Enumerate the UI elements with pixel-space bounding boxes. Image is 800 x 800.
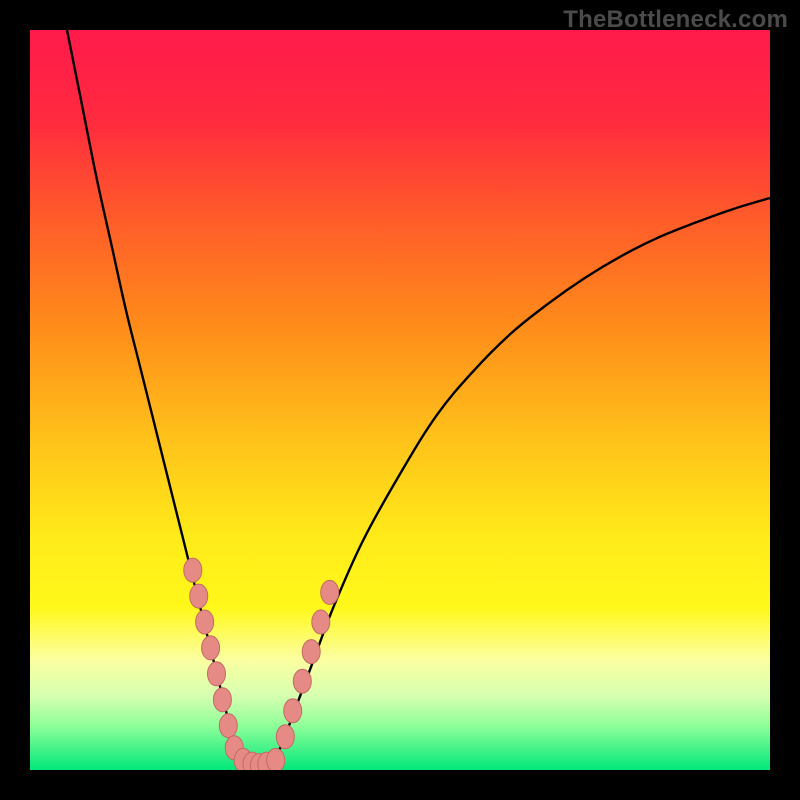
data-marker: [213, 688, 231, 712]
data-marker: [293, 669, 311, 693]
data-marker: [284, 699, 302, 723]
chart-frame: TheBottleneck.com: [0, 0, 800, 800]
data-marker: [196, 610, 214, 634]
watermark-text: TheBottleneck.com: [563, 6, 788, 34]
data-marker: [302, 640, 320, 664]
plot-area: [30, 30, 770, 770]
gradient-background: [30, 30, 770, 770]
data-marker: [190, 584, 208, 608]
plot-svg: [30, 30, 770, 770]
data-marker: [267, 748, 285, 770]
data-marker: [321, 580, 339, 604]
data-marker: [202, 636, 220, 660]
data-marker: [219, 714, 237, 738]
data-marker: [276, 725, 294, 749]
data-marker: [184, 558, 202, 582]
data-marker: [312, 610, 330, 634]
data-marker: [207, 662, 225, 686]
